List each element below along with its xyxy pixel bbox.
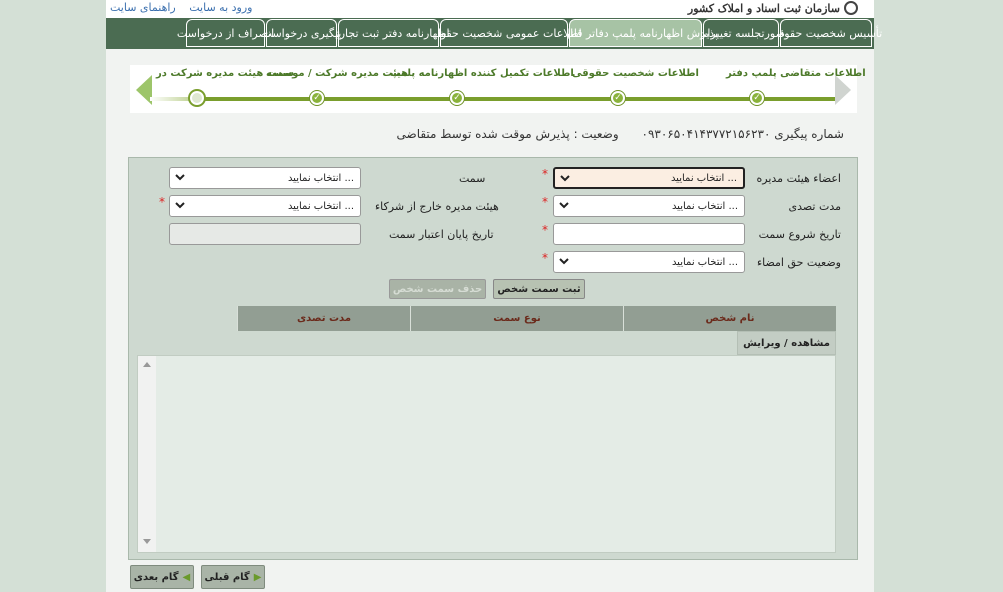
position-value: انتخاب نمایید ... [287,172,354,184]
login-link[interactable]: ورود به سایت [189,1,252,14]
scroll-up-icon[interactable] [143,362,151,367]
term-value: انتخاب نمایید ... [671,200,738,212]
external-board-label: هیئت مدیره خارج از شرکاء [375,200,499,213]
tracking-number: شماره پیگیری ۰۹۳۰۶۵۰۴۱۴۳۷۷۲۱۵۶۲۳۰ [641,127,845,141]
tab-commercial-register[interactable]: اظهارنامه دفتر ثبت تجارتی [327,19,450,47]
logo-text: سازمان ثبت اسناد و املاک کشور [687,1,840,15]
delete-position-button: حذف سمت شخص [389,279,486,299]
register-position-button[interactable]: ثبت سمت شخص [493,279,585,299]
required-mark: * [542,223,548,237]
wizard-step-label-current: سمت هیئت مدیره شرکت در [156,68,294,79]
page: ورود به سایت راهنمای سایت سازمان ثبت اسن… [106,0,882,592]
end-date-input [169,223,361,245]
wizard-step-label: اطلاعات شخصیت حقوقی [572,68,699,79]
board-members-label: اعضاء هیئت مدیره [756,172,841,185]
next-step-button[interactable]: گام بعدی ◀ [130,565,194,589]
tracking-status: وضعیت : پذیرش موقت شده توسط متقاضی [396,127,619,141]
tab-legal-entity-info[interactable]: اطلاعات عمومی شخصیت حقوقی [426,19,582,47]
required-mark: * [542,167,548,181]
wizard-next-arrow-icon[interactable] [835,75,851,105]
next-step-label: گام بعدی [133,571,179,583]
main-tabs: تأسیس شخصیت حقوقی صورتجلسه تغییرات پذیرش… [106,18,882,49]
tab-cancel-request[interactable]: انصراف از درخواست [177,19,274,47]
prev-step-label: گام قبلی [204,571,250,583]
board-members-value: انتخاب نمایید ... [670,172,737,184]
scroll-down-icon[interactable] [143,539,151,544]
wizard-step-check-icon[interactable]: ✓ [450,91,464,105]
required-mark: * [542,195,548,209]
wizard-line-fade [150,97,195,101]
chevron-down-icon [175,202,185,209]
arrow-left-icon: ◀ [182,571,191,583]
column-header-view-edit: مشاهده / ویرایش [737,331,836,355]
tab-establishment[interactable]: تأسیس شخصیت حقوقی [770,19,882,47]
wizard-steps: اطلاعات متقاضی پلمپ دفتر ✓ اطلاعات شخصیت… [130,65,866,113]
external-board-select[interactable]: انتخاب نمایید ... [169,195,361,217]
position-label: سمت [459,172,486,185]
wizard-step-check-icon[interactable]: ✓ [310,91,324,105]
wizard-step-label: اطلاعات تکمیل کننده اظهارنامه پلمپ [390,68,574,79]
required-mark: * [542,251,548,265]
column-header-term[interactable]: مدت تصدی [237,306,410,331]
external-board-value: انتخاب نمایید ... [287,200,354,212]
end-date-label: تاریخ پایان اعتبار سمت [389,228,494,241]
grid-body [137,355,836,553]
grid-header: نام شخص نوع سمت مدت تصدی [237,306,836,331]
chevron-down-icon [559,202,569,209]
grid-scrollbar[interactable] [138,356,156,552]
position-select[interactable]: انتخاب نمایید ... [169,167,361,189]
signature-value: انتخاب نمایید ... [671,256,738,268]
top-links: ورود به سایت راهنمای سایت [110,1,262,14]
help-link[interactable]: راهنمای سایت [110,1,176,14]
tab-request-tracking[interactable]: پیگیری درخواست [262,19,341,47]
board-members-select[interactable]: انتخاب نمایید ... [553,167,745,189]
board-position-form: اعضاء هیئت مدیره * انتخاب نمایید ... سمت… [128,157,858,560]
term-select[interactable]: انتخاب نمایید ... [553,195,745,217]
tracking-info: شماره پیگیری ۰۹۳۰۶۵۰۴۱۴۳۷۷۲۱۵۶۲۳۰ وضعیت … [397,127,844,141]
chevron-down-icon [560,175,570,182]
top-bar: ورود به سایت راهنمای سایت سازمان ثبت اسن… [106,0,874,18]
start-date-input[interactable] [553,223,745,245]
column-header-position-type[interactable]: نوع سمت [410,306,623,331]
required-mark: * [159,195,165,209]
logo-emblem-icon [844,1,858,15]
signature-select[interactable]: انتخاب نمایید ... [553,251,745,273]
chevron-down-icon [175,174,185,181]
logo: سازمان ثبت اسناد و املاک کشور [688,0,858,16]
wizard-step-current-icon [190,91,204,105]
signature-label: وضعیت حق امضاء [756,256,841,269]
term-label: مدت تصدی [788,200,841,213]
wizard-step-check-icon[interactable]: ✓ [750,91,764,105]
arrow-right-icon: ▶ [253,571,262,583]
tab-ledger-seal-acceptance[interactable]: پذیرش اظهارنامه پلمپ دفاتر قانونی [553,19,718,47]
start-date-label: تاریخ شروع سمت [758,228,841,241]
chevron-down-icon [559,258,569,265]
prev-step-button[interactable]: گام قبلی ▶ [201,565,265,589]
wizard-step-check-icon[interactable]: ✓ [611,91,625,105]
column-header-person-name[interactable]: نام شخص [623,306,836,331]
wizard-progress-line [192,97,837,101]
